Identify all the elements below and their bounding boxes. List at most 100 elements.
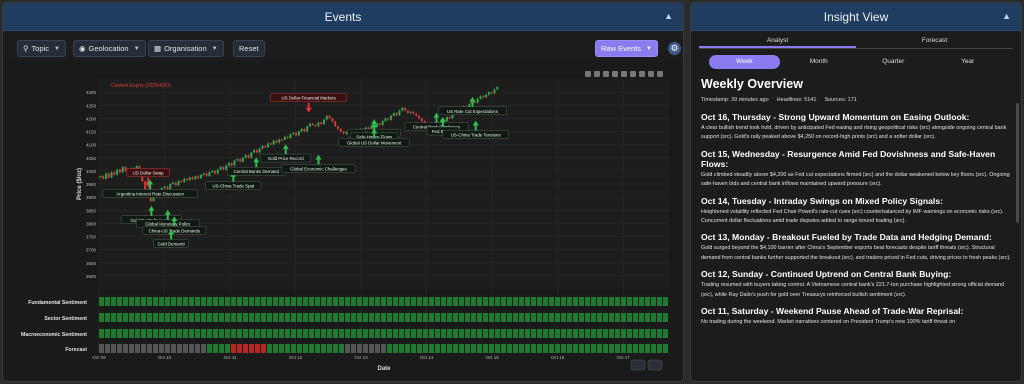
candle bbox=[384, 118, 387, 121]
sentiment-cell bbox=[375, 344, 380, 353]
sentiment-cell bbox=[261, 344, 266, 353]
sentiment-cell bbox=[357, 329, 362, 338]
sentiment-cell bbox=[267, 329, 272, 338]
reset-button[interactable]: Reset bbox=[233, 40, 265, 57]
raw-events-button[interactable]: Raw Events ▼ bbox=[595, 40, 658, 57]
sentiment-cell bbox=[333, 344, 338, 353]
sentiment-cell bbox=[597, 313, 602, 322]
sentiment-cell bbox=[225, 329, 230, 338]
candle bbox=[334, 121, 337, 127]
sentiment-cell bbox=[285, 329, 290, 338]
tab-forecast[interactable]: Forecast bbox=[856, 35, 1013, 48]
sentiment-cell bbox=[579, 329, 584, 338]
sentiment-cell bbox=[615, 313, 620, 322]
sentiment-cell bbox=[387, 313, 392, 322]
candle bbox=[174, 182, 177, 186]
sentiment-cell bbox=[357, 297, 362, 306]
sentiment-cell bbox=[135, 329, 140, 338]
sentiment-cell bbox=[507, 344, 512, 353]
sentiment-cell bbox=[291, 313, 296, 322]
event-label: US-China Trade Spat bbox=[212, 184, 255, 189]
geolocation-filter[interactable]: ◉ Geolocation ▼ bbox=[73, 40, 146, 57]
candle bbox=[445, 117, 448, 121]
sentiment-cell bbox=[375, 297, 380, 306]
sentiment-cell bbox=[399, 313, 404, 322]
sentiment-cell bbox=[633, 344, 638, 353]
insight-tabs: Analyst Forecast bbox=[699, 35, 1013, 49]
event-label: Global Monetary Policy bbox=[145, 222, 191, 227]
candle bbox=[392, 113, 395, 116]
sentiment-cell bbox=[663, 313, 668, 322]
sentiment-cell bbox=[603, 313, 608, 322]
day-list: Oct 16, Thursday - Strong Upward Momentu… bbox=[701, 112, 1013, 327]
sentiment-cell bbox=[477, 313, 482, 322]
settings-gear-icon[interactable]: ⚙ bbox=[668, 42, 681, 55]
event-label: Central Banks Demand bbox=[234, 169, 280, 174]
candle bbox=[222, 166, 225, 170]
sentiment-cell bbox=[261, 329, 266, 338]
sentiment-cell bbox=[111, 297, 116, 306]
organisation-filter[interactable]: ▦ Organisation ▼ bbox=[148, 40, 224, 57]
sentiment-cell bbox=[105, 344, 110, 353]
topic-filter[interactable]: ⚲ Topic ▼ bbox=[17, 40, 66, 57]
sentiment-cell bbox=[651, 313, 656, 322]
sentiment-cell bbox=[165, 344, 170, 353]
sentiment-cell bbox=[663, 329, 668, 338]
sentiment-cell bbox=[171, 313, 176, 322]
sentiment-cell bbox=[369, 313, 374, 322]
building-icon: ▦ bbox=[154, 44, 162, 53]
period-week[interactable]: Week bbox=[709, 55, 780, 69]
candle bbox=[107, 173, 110, 178]
sentiment-cell bbox=[303, 313, 308, 322]
price-chart[interactable]: 3600 3650 3700 3750 3800 3850 3900 3950 4000 4050… bbox=[7, 61, 681, 382]
sentiment-cell bbox=[333, 313, 338, 322]
sentiment-cell bbox=[309, 329, 314, 338]
event-label: Gold Demand bbox=[158, 241, 186, 246]
period-month[interactable]: Month bbox=[784, 55, 855, 69]
sentiment-cell bbox=[273, 297, 278, 306]
sentiment-cell bbox=[333, 329, 338, 338]
sentiment-cell bbox=[249, 313, 254, 322]
x-tick-label: Oct 17 bbox=[617, 355, 631, 360]
day-entry: Oct 15, Wednesday - Resurgence Amid Fed … bbox=[701, 149, 1013, 190]
events-panel-header[interactable]: Events ▲ bbox=[3, 3, 683, 31]
sentiment-cell bbox=[159, 329, 164, 338]
candle bbox=[124, 166, 127, 171]
sentiment-cell bbox=[363, 297, 368, 306]
sentiment-cell bbox=[303, 329, 308, 338]
sentiment-cell bbox=[393, 344, 398, 353]
x-tick-label: Oct 09 bbox=[92, 355, 106, 360]
select-icon bbox=[612, 71, 618, 77]
scrollbar[interactable] bbox=[1016, 103, 1019, 223]
sentiment-cell bbox=[183, 313, 188, 322]
period-year[interactable]: Year bbox=[933, 55, 1004, 69]
sentiment-cell bbox=[531, 344, 536, 353]
candle bbox=[342, 131, 345, 134]
event-label: US Rate Cut Expectations bbox=[447, 109, 499, 114]
collapse-chevron-icon[interactable]: ▲ bbox=[664, 11, 673, 21]
collapse-chevron-icon[interactable]: ▲ bbox=[1002, 11, 1011, 21]
sentiment-cell bbox=[615, 329, 620, 338]
sentiment-cell bbox=[339, 313, 344, 322]
sentiment-cell bbox=[621, 329, 626, 338]
sentiment-cell bbox=[417, 329, 422, 338]
sentiment-cell bbox=[261, 313, 266, 322]
day-entry: Oct 16, Thursday - Strong Upward Momentu… bbox=[701, 112, 1013, 143]
sentiment-cell bbox=[555, 329, 560, 338]
sentiment-cell bbox=[423, 344, 428, 353]
sentiment-cell bbox=[453, 344, 458, 353]
sentiment-cell bbox=[465, 297, 470, 306]
candle bbox=[214, 170, 216, 174]
insight-panel-header[interactable]: Insight View ▲ bbox=[691, 3, 1021, 31]
sentiment-cell bbox=[303, 344, 308, 353]
sentiment-cell bbox=[645, 344, 650, 353]
sentiment-cell bbox=[237, 344, 242, 353]
candle bbox=[300, 128, 303, 132]
candle bbox=[110, 172, 113, 178]
sentiment-cell bbox=[561, 344, 566, 353]
day-entry: Oct 13, Monday - Breakout Fueled by Trad… bbox=[701, 232, 1013, 263]
period-quarter[interactable]: Quarter bbox=[858, 55, 929, 69]
sentiment-cell bbox=[585, 344, 590, 353]
sentiment-cell bbox=[477, 329, 482, 338]
tab-analyst[interactable]: Analyst bbox=[699, 35, 856, 48]
